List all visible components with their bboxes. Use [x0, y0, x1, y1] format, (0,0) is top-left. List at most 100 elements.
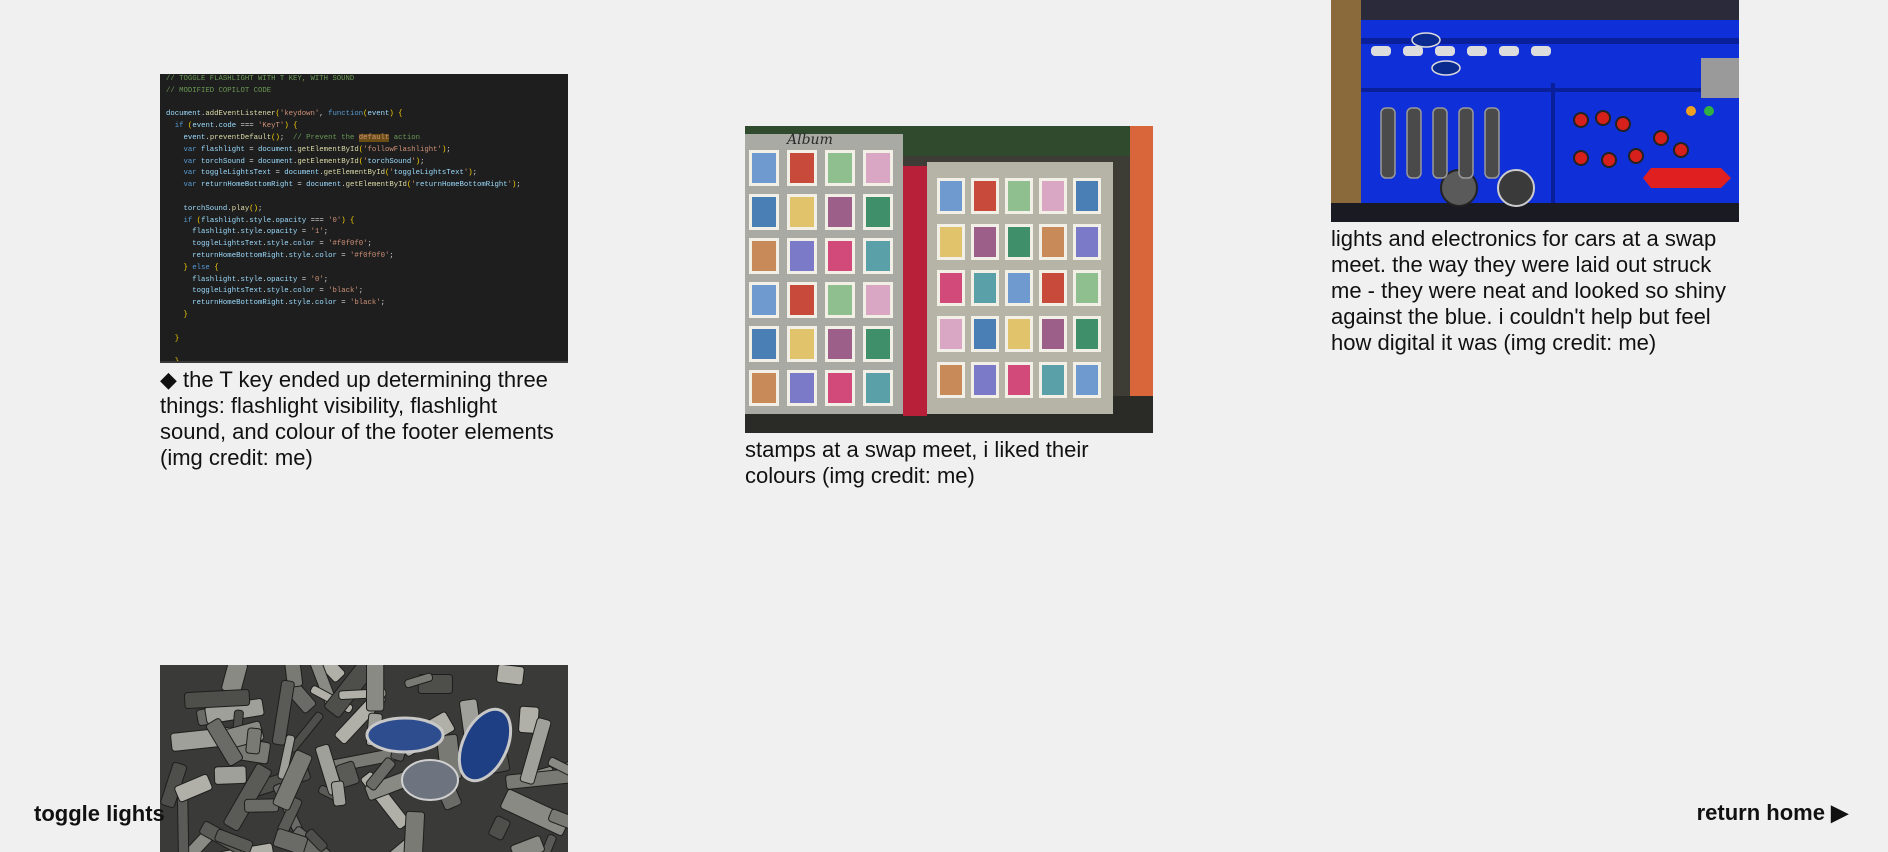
gallery-card-stamps: Album stamps at a swap meet, i liked the…: [745, 126, 1153, 489]
car-badges-illustration: [160, 665, 568, 852]
badge-piece: [213, 765, 247, 785]
stamp-image: [974, 181, 996, 211]
label-plate: [1531, 46, 1551, 56]
stamp-image: [752, 329, 776, 359]
code-line: flashlight.style.opacity = '1';: [192, 228, 329, 237]
stamp-image: [940, 319, 962, 349]
stamp-image: [752, 197, 776, 227]
toggle-lights-link[interactable]: toggle lights: [34, 801, 165, 827]
red-light: [1673, 142, 1689, 158]
stamp-image: [866, 285, 890, 315]
red-light: [1628, 148, 1644, 164]
code-line: }: [183, 310, 188, 319]
caption-lights: lights and electronics for cars at a swa…: [1331, 226, 1727, 355]
stamp-image: [1008, 181, 1030, 211]
car-lights-illustration: [1331, 0, 1739, 222]
label-plate: [1499, 46, 1519, 56]
stamp-image: [790, 285, 814, 315]
green-light: [1704, 106, 1714, 116]
stamp-album-photo: Album: [745, 126, 1153, 433]
stamp-image: [974, 319, 996, 349]
code-line: if (event.code === 'KeyT') {: [174, 122, 298, 131]
badge-piece: [402, 810, 426, 852]
stamp-image: [940, 181, 962, 211]
label-plate: [1467, 46, 1487, 56]
stamp-image: [1008, 365, 1030, 395]
gauge: [1497, 169, 1535, 207]
stamp-image: [790, 197, 814, 227]
badge-piece: [365, 665, 385, 712]
code-line: var toggleLightsText = document.getEleme…: [183, 169, 477, 178]
stamp-image: [1076, 227, 1098, 257]
code-line: torchSound.play();: [183, 204, 263, 213]
stamp-image: [940, 365, 962, 395]
caption-stamps: stamps at a swap meet, i liked their col…: [745, 437, 1089, 488]
code-line: var flashlight = document.getElementById…: [183, 145, 451, 154]
code-line: toggleLightsText.style.color = '#f0f0f0'…: [192, 240, 372, 249]
badge-piece: [496, 665, 525, 686]
stamp-image: [752, 241, 776, 271]
stamp-image: [866, 373, 890, 403]
code-line: }: [174, 334, 180, 343]
code-line: toggleLightsText.style.color = 'black';: [192, 287, 364, 296]
badge-piece: [183, 688, 251, 709]
stamp-image: [1042, 273, 1064, 303]
badge-piece: [330, 780, 347, 807]
stamp-image: [1008, 227, 1030, 257]
stamp-image: [1042, 365, 1064, 395]
red-light: [1573, 150, 1589, 166]
label-plate: [1371, 46, 1391, 56]
code-line: var returnHomeBottomRight = document.get…: [183, 181, 521, 190]
stamp-image: [828, 241, 852, 271]
stamp-image: [828, 373, 852, 403]
red-light: [1573, 112, 1589, 128]
red-light: [1595, 110, 1611, 126]
stamp-image: [866, 153, 890, 183]
stamp-image: [828, 329, 852, 359]
stamp-image: [752, 153, 776, 183]
stamp-image: [752, 285, 776, 315]
gallery-card-badges: [160, 665, 568, 852]
label-plate: [1435, 46, 1455, 56]
tail-light: [1643, 168, 1731, 188]
stamp-image: [1076, 181, 1098, 211]
stamp-image: [1042, 227, 1064, 257]
code-line: var torchSound = document.getElementById…: [183, 157, 425, 166]
stamp-image: [1076, 319, 1098, 349]
handle: [1406, 107, 1422, 179]
stamp-image: [752, 373, 776, 403]
amber-light: [1686, 106, 1696, 116]
ford-badge: [1431, 60, 1461, 76]
stamp-image: [974, 365, 996, 395]
stamp-image: [1042, 319, 1064, 349]
code-line: flashlight.style.opacity = '0';: [192, 275, 329, 284]
stamp-image: [866, 241, 890, 271]
code-line: returnHomeBottomRight.style.color = 'bla…: [192, 299, 386, 308]
car-badges-photo: [160, 665, 568, 852]
caption-code: ◆ the T key ended up determining three t…: [160, 367, 554, 470]
label-plate: [1403, 46, 1423, 56]
code-editor-screenshot: // TOGGLE FLASHLIGHT WITH T KEY, WITH SO…: [160, 74, 568, 363]
stamp-image: [940, 273, 962, 303]
code-line: event.preventDefault(); // Prevent the d…: [183, 133, 421, 142]
stamp-image: [790, 241, 814, 271]
stamp-image: [974, 227, 996, 257]
red-light: [1615, 116, 1631, 132]
badge-piece: [245, 727, 263, 755]
stamp-image: [790, 373, 814, 403]
stamp-image: [790, 153, 814, 183]
stamp-image: [1042, 181, 1064, 211]
stamp-album-illustration: Album: [745, 126, 1153, 433]
ford-badge: [1411, 32, 1441, 48]
stamp-image: [828, 197, 852, 227]
code-line: }: [174, 358, 180, 363]
code-line: // TOGGLE FLASHLIGHT WITH T KEY, WITH SO…: [166, 75, 355, 83]
handle: [1484, 107, 1500, 179]
stamp-image: [828, 153, 852, 183]
gallery-card-code: // TOGGLE FLASHLIGHT WITH T KEY, WITH SO…: [160, 74, 568, 471]
red-light: [1601, 152, 1617, 168]
return-home-link[interactable]: return home ▶: [1697, 800, 1848, 826]
